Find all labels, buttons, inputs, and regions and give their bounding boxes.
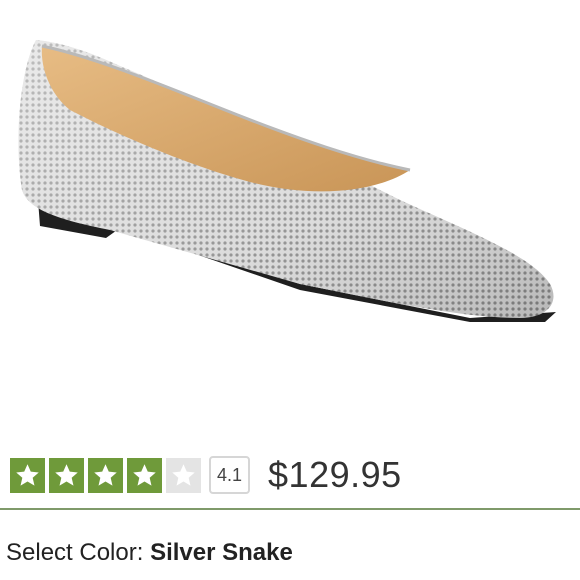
selected-color-value: Silver Snake	[150, 539, 293, 566]
star-filled-icon	[88, 457, 123, 493]
rating-row: 4.1 $129.95	[10, 454, 402, 495]
star-filled-icon	[49, 457, 84, 493]
star-filled-icon	[127, 457, 162, 493]
star-rating[interactable]	[10, 457, 201, 493]
shoe-illustration	[18, 40, 556, 322]
product-price: $129.95	[268, 454, 402, 495]
color-selector-label: Select Color: Silver Snake	[6, 539, 293, 567]
star-filled-icon	[10, 457, 45, 493]
select-color-label: Select Color:	[6, 539, 151, 566]
divider	[0, 508, 580, 510]
rating-value-badge: 4.1	[209, 456, 251, 494]
product-image[interactable]	[0, 0, 580, 440]
star-empty-icon	[166, 457, 201, 493]
